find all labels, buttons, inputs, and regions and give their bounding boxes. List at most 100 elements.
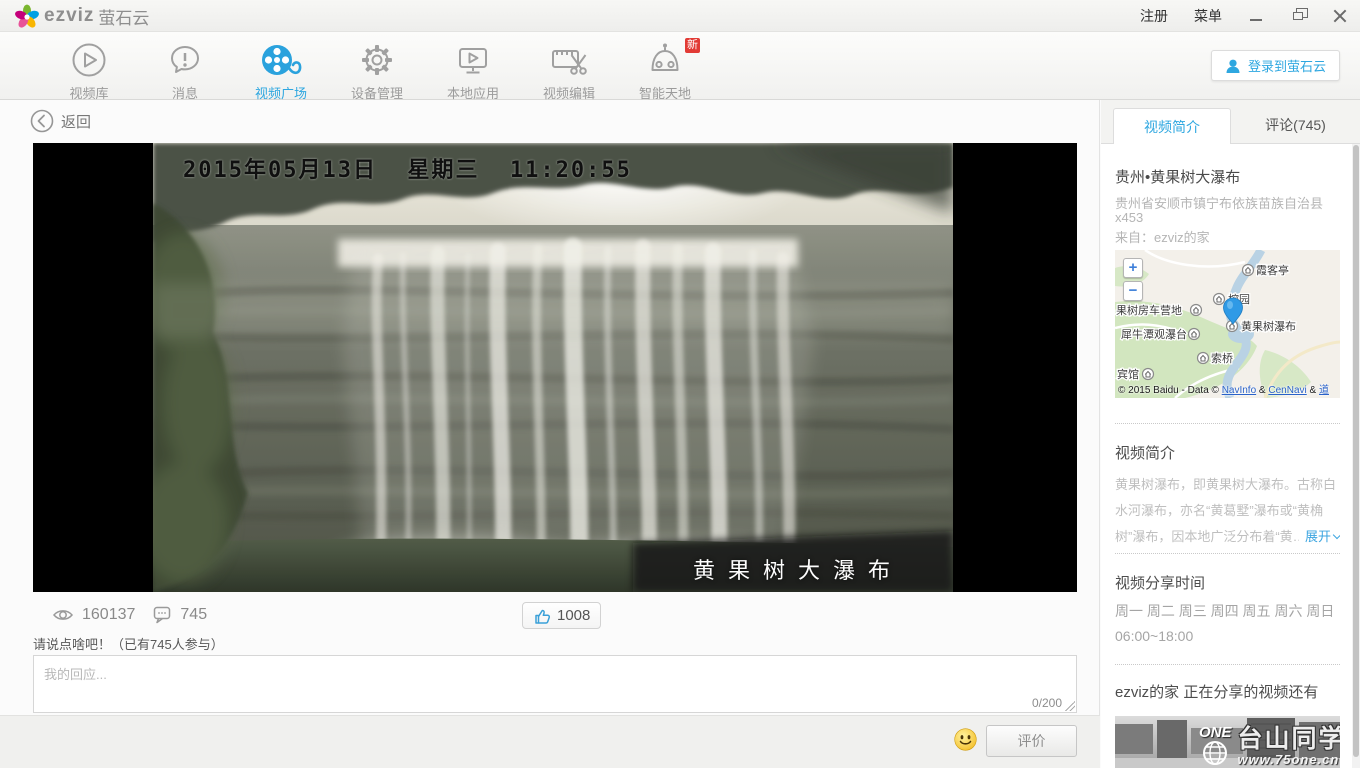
new-badge: 新	[685, 38, 700, 53]
nav-label: 视频广场	[254, 86, 307, 101]
film-reel-icon	[262, 45, 302, 75]
gear-icon	[362, 45, 392, 75]
divider	[1115, 423, 1340, 424]
nav-local-apps[interactable]: 本地应用	[425, 32, 521, 102]
location-map[interactable]: 霞客亭 榕园 果树房车营地 黄果树瀑布 犀牛潭观瀑台 索桥 宾馆 + − © 2…	[1115, 250, 1340, 398]
tab-video-intro[interactable]: 视频简介	[1113, 108, 1231, 144]
monitor-play-icon	[459, 48, 487, 74]
more-videos-heading: ezviz的家 正在分享的视频还有	[1115, 684, 1319, 701]
attrib-text: &	[1256, 385, 1269, 396]
login-label: 登录到萤石云	[1247, 59, 1326, 74]
robot-icon	[651, 43, 679, 71]
nav-video-library[interactable]: 视频库	[41, 32, 137, 102]
resize-handle[interactable]	[1065, 701, 1075, 711]
map-poi-label: 果树房车营地	[1116, 303, 1182, 317]
minimize-button[interactable]	[1248, 8, 1264, 24]
login-button[interactable]: 登录到萤石云	[1210, 50, 1340, 81]
like-button[interactable]: 1008	[522, 602, 602, 629]
comment-prompt: 请说点啥吧！（已有745人参与）	[33, 637, 224, 652]
ezviz-flower-icon	[15, 4, 39, 28]
restore-button[interactable]	[1290, 8, 1308, 24]
play-circle-icon	[72, 43, 106, 77]
minimize-icon	[1250, 12, 1262, 21]
schedule-hours: 06:00~18:00	[1115, 628, 1194, 644]
map-poi-label: 犀牛潭观瀑台	[1121, 327, 1187, 341]
close-button[interactable]	[1332, 8, 1348, 24]
attrib-link-daodaotong[interactable]: 道	[1319, 385, 1329, 396]
map-poi-label: 宾馆	[1117, 367, 1139, 381]
nav-label: 视频编辑	[542, 86, 595, 101]
main-content: 返回 2015年05月13日 星期三 11:20:55 黄果树大瀑布 16013…	[0, 100, 1100, 768]
divider	[1115, 553, 1340, 554]
comment-box: 0/200	[33, 655, 1077, 713]
nav-device-management[interactable]: 设备管理	[329, 32, 425, 102]
nav-video-plaza[interactable]: 视频广场	[233, 32, 329, 102]
nav-smart-world[interactable]: 智能天地 新	[617, 32, 713, 102]
menu-link[interactable]: 菜单	[1194, 6, 1222, 26]
back-label: 返回	[61, 113, 92, 131]
sidebar: 视频简介 评论(745) 贵州•黄果树大瀑布 贵州省安顺市镇宁布依族苗族自治县x…	[1101, 100, 1360, 768]
comment-input[interactable]	[34, 656, 1076, 712]
nav-label: 视频库	[69, 86, 109, 101]
user-icon	[1226, 59, 1240, 73]
sidebar-scrollbar[interactable]	[1352, 144, 1360, 768]
scrollbar-thumb[interactable]	[1353, 145, 1359, 757]
schedule-heading: 视频分享时间	[1115, 575, 1206, 592]
map-zoom-in-button[interactable]: +	[1123, 258, 1143, 278]
video-source: 来自：ezviz的家	[1115, 230, 1210, 245]
back-button[interactable]: 返回	[30, 109, 91, 133]
comments-bubble-icon	[154, 606, 171, 624]
char-counter: 0/200	[1031, 696, 1062, 710]
nav-label: 智能天地	[638, 86, 691, 101]
register-link[interactable]: 注册	[1140, 6, 1168, 26]
map-zoom-out-button[interactable]: −	[1123, 281, 1143, 301]
video-watermark-title: 黄果树大瀑布	[692, 558, 903, 583]
attrib-link-cennavi[interactable]: CenNavi	[1268, 385, 1306, 396]
message-bubble-icon	[171, 46, 199, 73]
attrib-text: &	[1306, 385, 1319, 396]
map-canvas: 霞客亭 榕园 果树房车营地 黄果树瀑布 犀牛潭观瀑台 索桥 宾馆	[1115, 250, 1340, 398]
nav-label: 设备管理	[350, 86, 403, 101]
attrib-link-navinfo[interactable]: NavInfo	[1222, 385, 1256, 396]
watermark-logo-text: ONE	[1199, 724, 1232, 741]
views-eye-icon	[53, 610, 73, 620]
nav-label: 本地应用	[446, 86, 499, 101]
like-count: 1008	[557, 607, 591, 624]
watermark-site-name: 台山同学网	[1237, 725, 1340, 753]
video-player[interactable]: 2015年05月13日 星期三 11:20:55 黄果树大瀑布	[33, 143, 1077, 592]
expand-label: 展开	[1304, 529, 1331, 544]
brand-name: ezviz	[44, 5, 95, 26]
sidebar-tabbar: 视频简介 评论(745)	[1101, 100, 1360, 144]
map-poi-label: 索桥	[1211, 351, 1233, 365]
video-address: 贵州省安顺市镇宁布依族苗族自治县x453	[1115, 196, 1324, 225]
expand-link[interactable]: 展开	[1298, 524, 1340, 550]
app-logo: ezviz 萤石云	[14, 3, 149, 29]
watermark-logo: ONE	[1199, 724, 1232, 768]
submit-comment-button[interactable]: 评价	[986, 725, 1077, 757]
close-icon	[1333, 9, 1347, 23]
nav-video-editor[interactable]: 视频编辑	[521, 32, 617, 102]
restore-icon	[1293, 8, 1308, 20]
brand-name-cn: 萤石云	[98, 8, 150, 28]
film-scissors-icon	[552, 50, 587, 75]
video-title: 贵州•黄果树大瀑布	[1115, 169, 1241, 186]
chevron-down-icon	[1332, 530, 1340, 540]
forum-watermark: ONE 台山同学网 www.75one.cn	[1199, 724, 1340, 768]
map-poi-label: 霞客亭	[1256, 263, 1289, 277]
globe-icon	[1203, 741, 1228, 765]
back-chevron-icon	[30, 109, 54, 133]
comment-count: 745	[180, 606, 208, 623]
emoji-smiley-icon[interactable]	[954, 728, 977, 751]
attrib-text: © 2015 Baidu - Data ©	[1118, 385, 1222, 396]
schedule-days: 周一 周二 周三 周四 周五 周六 周日	[1115, 603, 1335, 619]
sidebar-body: 贵州•黄果树大瀑布 贵州省安顺市镇宁布依族苗族自治县x453 来自：ezviz的…	[1101, 144, 1360, 768]
tab-comments[interactable]: 评论(745)	[1231, 107, 1360, 143]
thumbs-up-icon	[535, 609, 551, 624]
titlebar: ezviz 萤石云 注册 菜单	[0, 0, 1360, 32]
video-stats: 160137 745	[52, 602, 207, 628]
intro-heading: 视频简介	[1115, 445, 1176, 462]
video-frame: 2015年05月13日 星期三 11:20:55 黄果树大瀑布	[153, 143, 953, 592]
nav-messages[interactable]: 消息	[137, 32, 233, 102]
related-video-thumbnail[interactable]: ONE 台山同学网 www.75one.cn	[1115, 716, 1340, 768]
comment-action-bar: 评价	[0, 715, 1100, 768]
